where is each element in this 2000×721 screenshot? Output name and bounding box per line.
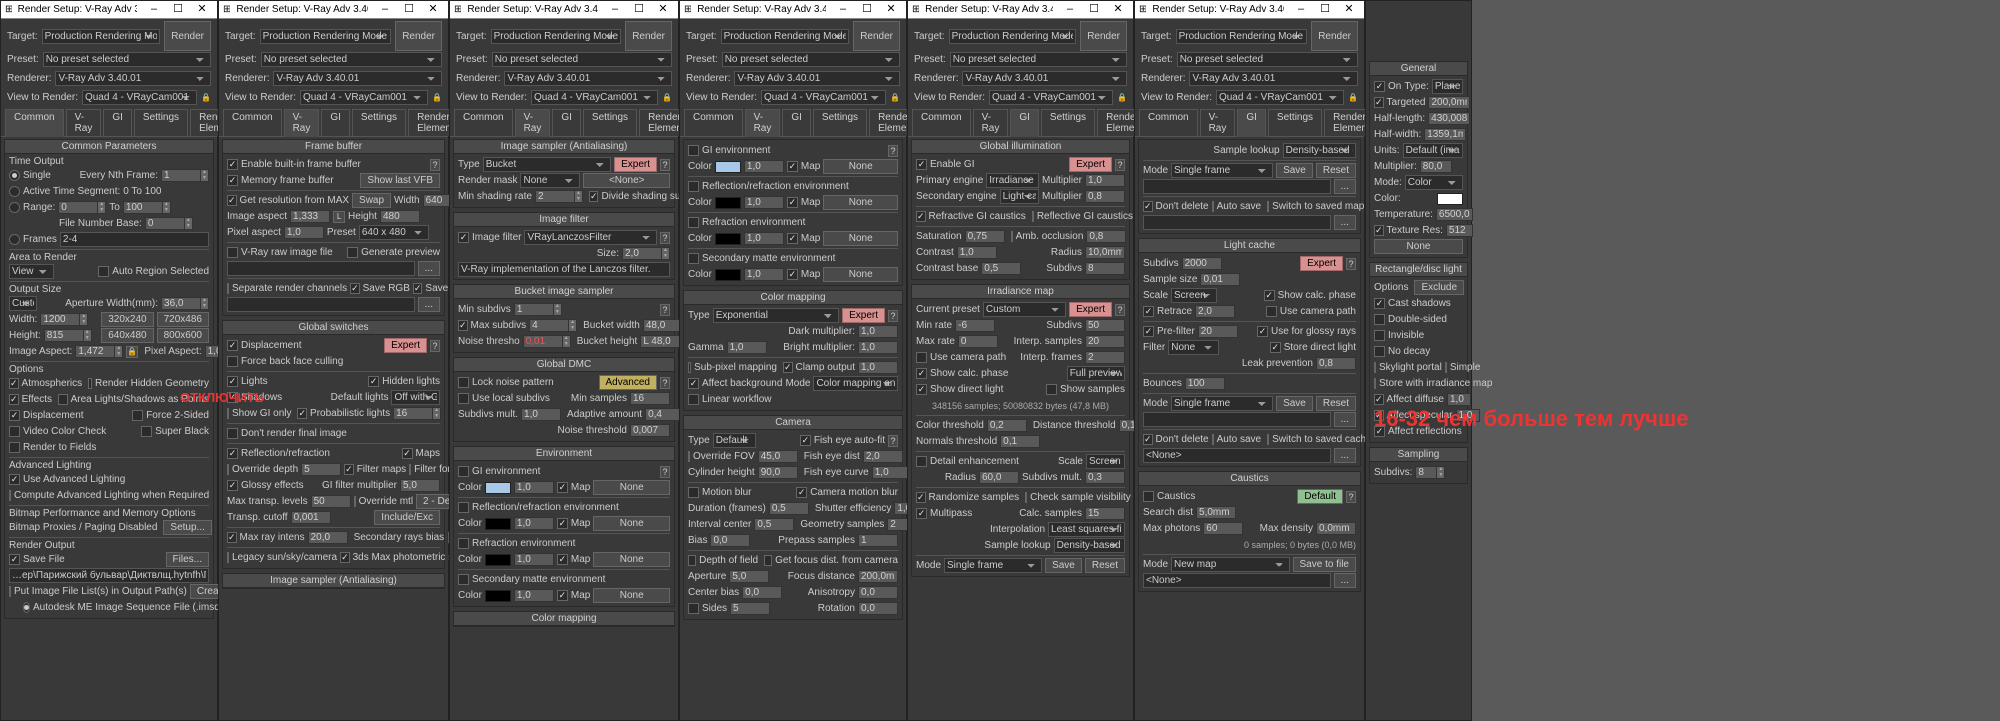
btn-640[interactable]: 640x480 bbox=[101, 328, 153, 343]
window-icon: ⊞ bbox=[684, 4, 691, 15]
close-icon[interactable]: ✕ bbox=[191, 3, 213, 17]
radio-range[interactable] bbox=[9, 202, 20, 213]
window-icon: ⊞ bbox=[912, 4, 919, 15]
renderer-label: Renderer: bbox=[7, 73, 51, 84]
window-buttons: – ☐ ✕ bbox=[143, 3, 213, 17]
light-color-swatch[interactable] bbox=[1437, 193, 1463, 205]
tab-vray[interactable]: V-Ray bbox=[66, 109, 102, 136]
btn-320[interactable]: 320x240 bbox=[101, 312, 153, 327]
pane-7: General OnType:Plane Targeted Half-lengt… bbox=[1365, 0, 1472, 721]
minimize-icon[interactable]: – bbox=[374, 3, 396, 17]
spinner-every-nth[interactable]: ▲▼ bbox=[161, 169, 209, 182]
window-icon: ⊞ bbox=[1139, 4, 1146, 15]
btn-720[interactable]: 720x486 bbox=[157, 312, 209, 327]
preset-label: Preset: bbox=[7, 54, 39, 65]
rollup-common-params: Common Parameters Time Output SingleEver… bbox=[4, 139, 214, 619]
lock-icon[interactable]: 🔒 bbox=[432, 93, 442, 103]
radio-single[interactable] bbox=[9, 170, 20, 181]
tab-common[interactable]: Common bbox=[5, 109, 64, 137]
preset-select[interactable]: No preset selected bbox=[43, 52, 211, 67]
files-button[interactable]: Files... bbox=[166, 552, 209, 567]
radio-ats[interactable] bbox=[9, 186, 20, 197]
radio-frames[interactable] bbox=[9, 234, 20, 245]
render-button[interactable]: Render bbox=[164, 21, 211, 51]
btn-800[interactable]: 800x600 bbox=[157, 328, 209, 343]
pane-4: ⊞Render Setup: V-Ray Adv 3.40.01–☐✕ Targ… bbox=[679, 0, 907, 721]
output-path[interactable] bbox=[9, 568, 209, 583]
renderer-select[interactable]: V-Ray Adv 3.40.01 bbox=[55, 71, 211, 86]
window-icon: ⊞ bbox=[454, 4, 461, 15]
maximize-icon[interactable]: ☐ bbox=[167, 3, 189, 17]
time-output-label: Time Output bbox=[9, 156, 209, 167]
view-label: View to Render: bbox=[7, 92, 78, 103]
browse-button[interactable]: ... bbox=[418, 261, 440, 276]
target-label: Target: bbox=[7, 31, 38, 42]
minimize-icon[interactable]: – bbox=[143, 3, 165, 17]
area-select[interactable]: View bbox=[9, 264, 54, 279]
help-icon[interactable]: ? bbox=[430, 159, 440, 171]
pane-2: ⊞Render Setup: V-Ray Adv 3.40.01–☐✕ Targ… bbox=[218, 0, 449, 721]
maximize-icon[interactable]: ☐ bbox=[398, 3, 420, 17]
tabs: Common V-Ray GI Settings Render Elements bbox=[1, 107, 217, 137]
window-icon: ⊞ bbox=[5, 4, 12, 15]
setup-button[interactable]: Setup... bbox=[163, 520, 211, 535]
gi-color-swatch[interactable] bbox=[485, 482, 511, 494]
last-vfb[interactable]: Show last VFB bbox=[360, 173, 440, 188]
size-preset[interactable]: Custom bbox=[9, 296, 37, 311]
titlebar: ⊞ Render Setup: V-Ray Adv 3.40.01 – ☐ ✕ bbox=[1, 1, 217, 19]
rollup-header[interactable]: Common Parameters bbox=[5, 140, 213, 154]
expert-button[interactable]: Expert bbox=[384, 338, 427, 353]
close-icon[interactable]: ✕ bbox=[422, 3, 444, 17]
target-select[interactable]: Production Rendering Mode bbox=[42, 29, 161, 44]
tab-gi[interactable]: GI bbox=[103, 109, 132, 136]
lock-aspect-icon[interactable]: 🔒 bbox=[126, 346, 138, 358]
pane-5: ⊞Render Setup: V-Ray Adv 3.40.01–☐✕ Targ… bbox=[907, 0, 1134, 721]
pane-6: ⊞Render Setup: V-Ray Adv 3.40.01–☐✕ Targ… bbox=[1134, 0, 1365, 721]
cb-auto-region[interactable] bbox=[98, 266, 109, 277]
frames-input[interactable] bbox=[60, 232, 209, 247]
lock-icon[interactable]: 🔒 bbox=[201, 93, 211, 103]
tab-settings[interactable]: Settings bbox=[134, 109, 188, 136]
window-icon: ⊞ bbox=[223, 4, 230, 15]
lock-icon[interactable]: L bbox=[333, 211, 345, 223]
pane-3: ⊞Render Setup: V-Ray Adv 3.40.01–☐✕ Targ… bbox=[449, 0, 679, 721]
window-title: Render Setup: V-Ray Adv 3.40.01 bbox=[18, 4, 137, 15]
pane-1: ⊞ Render Setup: V-Ray Adv 3.40.01 – ☐ ✕ … bbox=[0, 0, 218, 721]
view-select[interactable]: Quad 4 - VRayCam001 bbox=[82, 90, 197, 105]
